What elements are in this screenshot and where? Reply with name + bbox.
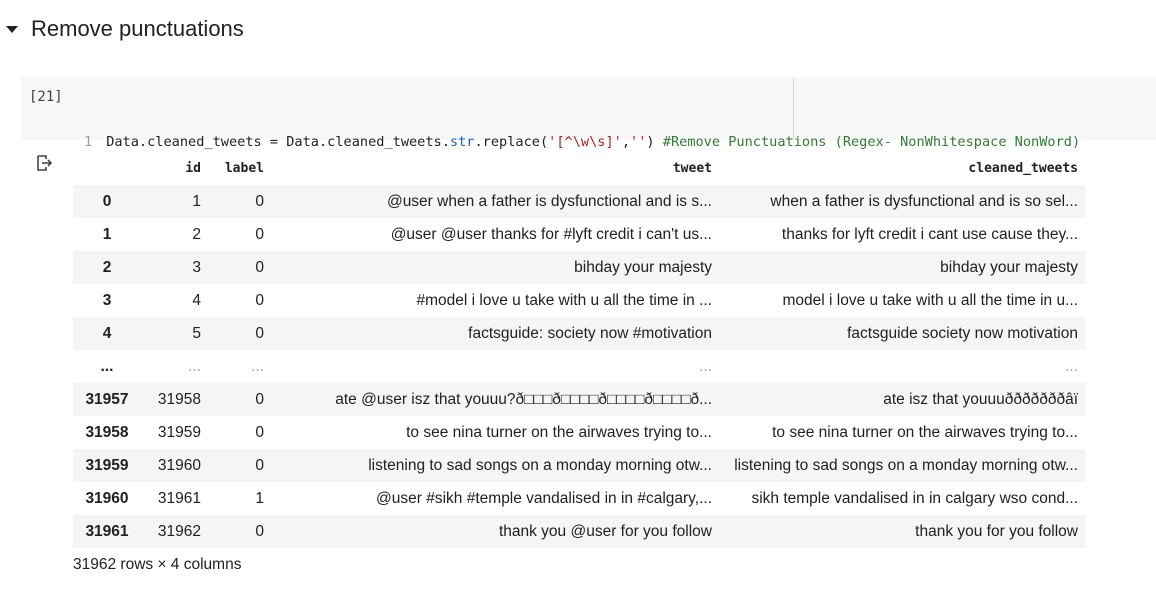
cleaned-tweet-cell: model i love u take with u all the time … — [782, 291, 1078, 309]
label-cell: 1 — [255, 489, 264, 507]
code-token: ) — [646, 134, 663, 150]
cleaned-tweet-cell: listening to sad songs on a monday morni… — [734, 456, 1078, 474]
code-token: Data.cleaned_tweets = Data.cleaned_tweet… — [106, 134, 450, 150]
row-index: 31961 — [85, 522, 129, 540]
section-title: Remove punctuations — [31, 16, 244, 41]
column-header-tweet: tweet — [672, 161, 712, 176]
cleaned-tweet-cell: ate isz that youuuðððððððâï — [883, 390, 1078, 408]
table-row: 4 5 0 factsguide: society now #motivation fa… — [73, 317, 1086, 350]
cleaned-tweet-cell: thanks for lyft credit i cant use cause … — [781, 225, 1078, 243]
label-cell: 0 — [255, 456, 264, 474]
id-cell: 5 — [192, 324, 201, 342]
id-cell: 31960 — [157, 456, 201, 474]
table-row: 2 3 0 bihday your majesty bihday your majest… — [73, 251, 1086, 284]
code-line-1[interactable]: 1 Data.cleaned_tweets = Data.cleaned_twe… — [84, 131, 1080, 153]
tweet-cell: factsguide: society now #motivation — [468, 324, 712, 342]
tweet-cell: ate @user isz that youuu?ð□□□ð□□□□ð□□□□ð… — [335, 390, 712, 408]
tweet-cell: listening to sad songs on a monday morni… — [368, 456, 712, 474]
table-row: 31961 31962 0 thank you @user for you follo… — [73, 515, 1086, 548]
label-cell: 0 — [255, 324, 264, 342]
code-token: '[^\w\s]' — [548, 134, 622, 150]
column-header-label: label — [224, 161, 264, 176]
output-arrow-icon[interactable] — [37, 155, 53, 171]
id-cell: 31961 — [157, 489, 201, 507]
id-cell: 31959 — [157, 423, 201, 441]
label-cell: 0 — [255, 258, 264, 276]
table-row: 3 4 0 #model i love u take with u all the t… — [73, 284, 1086, 317]
row-index: 2 — [102, 258, 112, 276]
column-header-index — [73, 152, 141, 185]
tweet-cell: @user when a father is dysfunctional and… — [386, 192, 712, 210]
code-token: str — [449, 134, 475, 150]
cleaned-tweet-cell: bihday your majesty — [940, 258, 1078, 276]
cleaned-tweet-cell: when a father is dysfunctional and is so… — [770, 192, 1078, 210]
table-shape-summary: 31962 rows × 4 columns — [73, 556, 242, 573]
tweet-cell: thank you @user for you follow — [498, 522, 712, 540]
code-token: .replace( — [474, 134, 549, 150]
cleaned-tweet-cell: factsguide society now motivation — [847, 324, 1078, 342]
id-cell: 31962 — [157, 522, 201, 540]
tweet-cell: bihday your majesty — [574, 258, 712, 276]
id-cell: 31958 — [157, 390, 201, 408]
table-row: 31957 31958 0 ate @user isz that youuu?ð□□□… — [73, 383, 1086, 416]
table-row: ............... — [73, 350, 1086, 383]
row-index: 31958 — [85, 423, 129, 441]
section-header[interactable]: Remove punctuations — [0, 12, 244, 46]
label-cell: 0 — [255, 423, 264, 441]
id-cell: 2 — [192, 225, 201, 243]
table-row: 31959 31960 0 listening to sad songs on a m… — [73, 449, 1086, 482]
row-index: 31957 — [85, 390, 129, 408]
row-index: 31959 — [85, 456, 129, 474]
id-cell: ... — [188, 357, 201, 375]
column-header-id: id — [185, 161, 201, 176]
label-cell: 0 — [255, 225, 264, 243]
tweet-cell: ... — [699, 357, 712, 375]
execution-count: [21] — [29, 89, 63, 105]
row-index: 3 — [102, 291, 112, 309]
cleaned-tweet-cell: thank you for you follow — [915, 522, 1078, 540]
label-cell: ... — [251, 357, 264, 375]
table-row: 0 1 0 @user when a father is dysfunctional … — [73, 185, 1086, 218]
table-header-row: id label tweet cleaned_tweets — [73, 152, 1086, 185]
cleaned-tweet-cell: ... — [1065, 357, 1078, 375]
label-cell: 0 — [255, 390, 264, 408]
cleaned-tweet-cell: to see nina turner on the airwaves tryin… — [772, 423, 1078, 441]
row-index: ... — [100, 357, 114, 375]
tweet-cell: @user #sikh #temple vandalised in in #ca… — [376, 489, 712, 507]
column-header-cleaned-tweets: cleaned_tweets — [968, 161, 1078, 176]
row-index: 1 — [102, 225, 112, 243]
table-row: 31958 31959 0 to see nina turner on the air… — [73, 416, 1086, 449]
table-row: 1 2 0 @user @user thanks for #lyft credit i… — [73, 218, 1086, 251]
code-token: '' — [630, 134, 647, 150]
label-cell: 0 — [255, 291, 264, 309]
cleaned-tweet-cell: sikh temple vandalised in in calgary wso… — [751, 489, 1078, 507]
line-number: 1 — [84, 134, 93, 150]
dataframe-table: id label tweet cleaned_tweets 0 1 0 @user w… — [73, 152, 1086, 548]
row-index: 31960 — [85, 489, 129, 507]
table-row: 31960 31961 1 @user #sikh #temple vandalise… — [73, 482, 1086, 515]
id-cell: 1 — [192, 192, 201, 210]
id-cell: 3 — [192, 258, 201, 276]
tweet-cell: to see nina turner on the airwaves tryin… — [406, 423, 712, 441]
code-token: , — [621, 134, 631, 150]
caret-down-icon[interactable] — [6, 25, 18, 33]
tweet-cell: @user @user thanks for #lyft credit i ca… — [390, 225, 712, 243]
code-comment: #Remove Punctuations (Regex- NonWhitespa… — [662, 134, 1081, 150]
id-cell: 4 — [192, 291, 201, 309]
label-cell: 0 — [255, 192, 264, 210]
tweet-cell: #model i love u take with u all the time… — [416, 291, 712, 309]
code-cell[interactable]: [21] 1 Data.cleaned_tweets = Data.cleane… — [22, 77, 1156, 216]
row-index: 4 — [102, 324, 112, 342]
row-index: 0 — [102, 192, 112, 210]
label-cell: 0 — [255, 522, 264, 540]
